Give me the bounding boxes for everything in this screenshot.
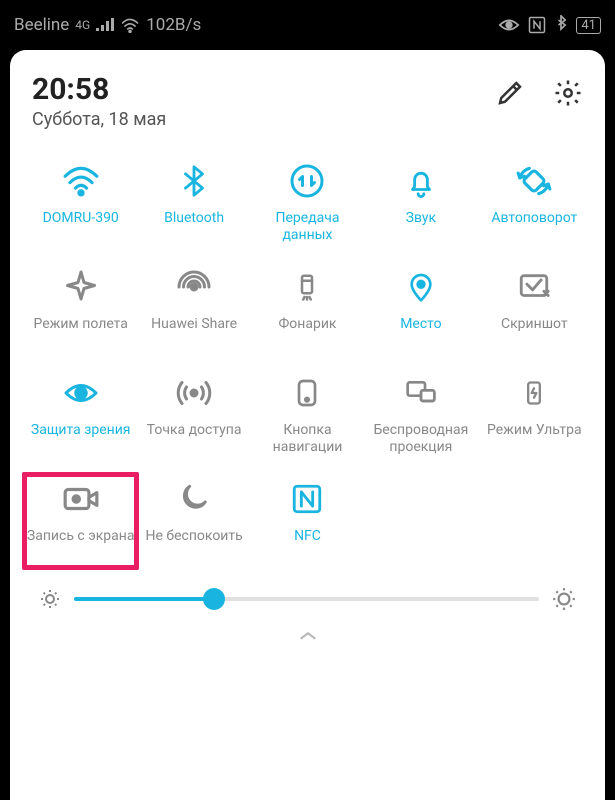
signal-icon xyxy=(96,18,114,32)
tile-record[interactable]: Запись с экрана xyxy=(24,474,137,568)
quick-settings-panel: 20:58 Суббота, 18 мая DOMRU-390 Bluetoot… xyxy=(10,50,605,800)
bluetooth-status-icon xyxy=(554,15,568,35)
tile-label: Автоповорот xyxy=(491,210,577,244)
tile-label: Фонарик xyxy=(278,316,336,350)
wifi-status-icon xyxy=(120,17,140,33)
settings-icon[interactable] xyxy=(553,78,583,108)
nfc-icon xyxy=(288,480,326,518)
brightness-row xyxy=(24,568,591,620)
record-icon xyxy=(62,480,100,518)
tile-label: NFC xyxy=(294,528,321,562)
dnd-icon xyxy=(175,480,213,518)
nfc-status-icon xyxy=(528,16,546,34)
battery-indicator: 41 xyxy=(576,17,601,34)
tile-share[interactable]: Huawei Share xyxy=(137,262,250,356)
location-icon xyxy=(402,268,440,306)
brightness-high-icon xyxy=(551,586,577,612)
eye-icon xyxy=(62,374,100,412)
tile-label: Bluetooth xyxy=(164,210,224,244)
bluetooth-icon xyxy=(175,162,213,200)
brightness-low-icon xyxy=(38,587,62,611)
tile-navkey[interactable]: Кнопка навигации xyxy=(251,368,364,462)
brightness-slider[interactable] xyxy=(74,597,539,601)
tile-label: Режим Ультра xyxy=(487,422,582,456)
tile-bluetooth[interactable]: Bluetooth xyxy=(137,156,250,250)
clock-date[interactable]: Суббота, 18 мая xyxy=(32,109,495,130)
tile-data[interactable]: Передача данных xyxy=(251,156,364,250)
tile-label: Точка доступа xyxy=(147,422,242,456)
tile-nfc[interactable]: NFC xyxy=(251,474,364,568)
tile-dnd[interactable]: Не беспокоить xyxy=(137,474,250,568)
rotate-icon xyxy=(515,162,553,200)
status-bar: Beeline 4G 102B/s 41 xyxy=(0,0,615,50)
tile-rotate[interactable]: Автоповорот xyxy=(478,156,591,250)
tile-ultra[interactable]: Режим Ультра xyxy=(478,368,591,462)
tile-label: DOMRU-390 xyxy=(43,210,119,244)
tile-label: Защита зрения xyxy=(31,422,131,456)
tile-bell[interactable]: Звук xyxy=(364,156,477,250)
tile-label: Кнопка навигации xyxy=(253,422,362,456)
tile-label: Скриншот xyxy=(501,316,568,350)
tile-cast[interactable]: Беспроводная проекция xyxy=(364,368,477,462)
data-icon xyxy=(288,162,326,200)
flash-icon xyxy=(288,268,326,306)
airplane-icon xyxy=(62,268,100,306)
carrier-label: Beeline xyxy=(14,15,69,35)
tile-wifi[interactable]: DOMRU-390 xyxy=(24,156,137,250)
tile-label: Звук xyxy=(406,210,436,244)
expand-caret[interactable] xyxy=(24,620,591,653)
edit-icon[interactable] xyxy=(495,78,525,108)
navkey-icon xyxy=(288,374,326,412)
tile-label: Huawei Share xyxy=(151,316,237,350)
eye-comfort-icon xyxy=(498,17,520,33)
tile-label: Передача данных xyxy=(253,210,362,244)
screenshot-icon xyxy=(515,268,553,306)
share-icon xyxy=(175,268,213,306)
panel-header: 20:58 Суббота, 18 мая xyxy=(24,68,591,130)
tile-label: Режим полета xyxy=(33,316,127,350)
ultra-icon xyxy=(515,374,553,412)
clock-time[interactable]: 20:58 xyxy=(32,72,495,107)
tile-label: Место xyxy=(400,316,441,350)
speed-label: 102B/s xyxy=(146,15,201,35)
tile-location[interactable]: Место xyxy=(364,262,477,356)
tile-eye[interactable]: Защита зрения xyxy=(24,368,137,462)
bell-icon xyxy=(402,162,440,200)
tile-hotspot[interactable]: Точка доступа xyxy=(137,368,250,462)
tile-flash[interactable]: Фонарик xyxy=(251,262,364,356)
cast-icon xyxy=(402,374,440,412)
hotspot-icon xyxy=(175,374,213,412)
tiles-grid: DOMRU-390 Bluetooth Передача данных Звук… xyxy=(24,156,591,568)
tile-label: Запись с экрана xyxy=(27,528,135,562)
tile-label: Не беспокоить xyxy=(145,528,242,562)
tile-label: Беспроводная проекция xyxy=(366,422,475,456)
network-type: 4G xyxy=(75,18,90,32)
tile-screenshot[interactable]: Скриншот xyxy=(478,262,591,356)
wifi-icon xyxy=(62,162,100,200)
tile-airplane[interactable]: Режим полета xyxy=(24,262,137,356)
